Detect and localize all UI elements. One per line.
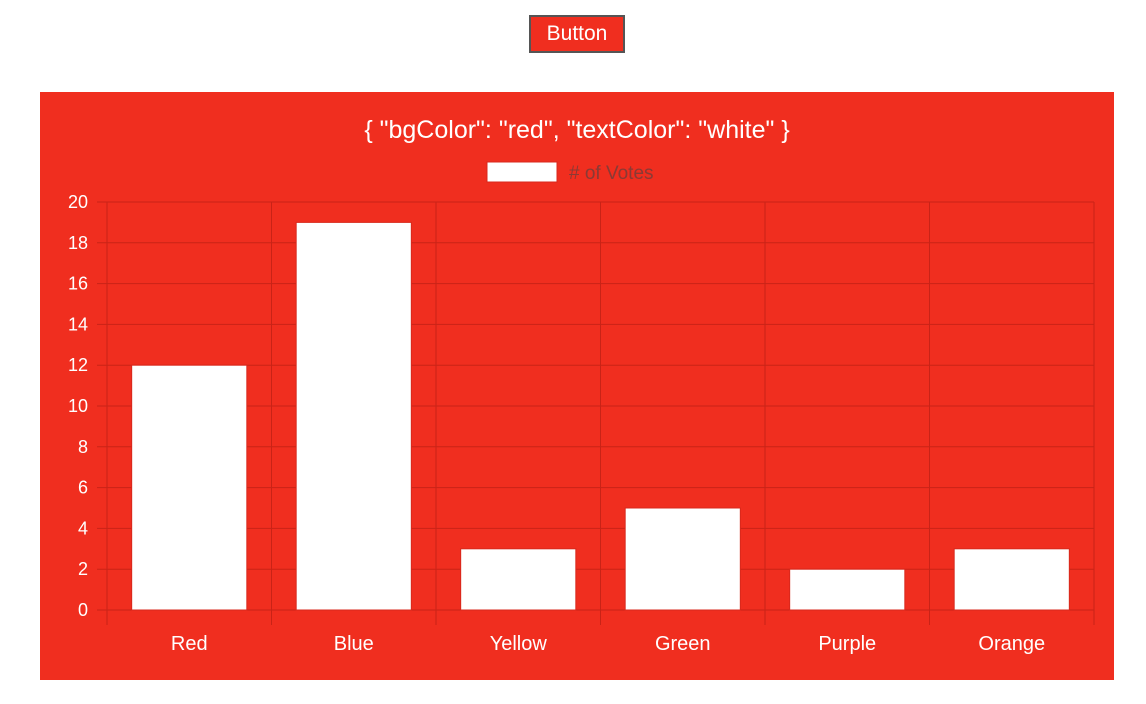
y-tick-label: 0: [78, 600, 88, 620]
y-axis-ticks: 0 2 4 6 8 10 12 14 16 18 20: [68, 192, 88, 620]
y-tick-label: 8: [78, 437, 88, 457]
bar-orange: [953, 548, 1070, 611]
x-tick-label: Purple: [818, 633, 876, 655]
legend-swatch: [486, 161, 558, 183]
bar-red: [131, 364, 248, 611]
legend-label: # of Votes: [569, 163, 654, 184]
y-tick-label: 2: [78, 559, 88, 579]
chart-panel: { "bgColor": "red", "textColor": "white"…: [40, 92, 1114, 680]
top-button[interactable]: Button: [529, 15, 625, 53]
x-tick-label: Orange: [978, 633, 1045, 655]
x-axis-ticks: Red Blue Yellow Green Purple Orange: [171, 633, 1045, 655]
y-tick-label: 6: [78, 478, 88, 498]
y-tick-label: 12: [68, 355, 88, 375]
y-tick-label: 16: [68, 274, 88, 294]
bar-green: [624, 507, 741, 611]
bar-chart: { "bgColor": "red", "textColor": "white"…: [68, 116, 1095, 655]
x-tick-label: Blue: [334, 633, 374, 655]
y-tick-label: 10: [68, 396, 88, 416]
x-tick-label: Red: [171, 633, 208, 655]
y-tick-label: 14: [68, 314, 88, 334]
bar-blue: [295, 221, 412, 611]
bar-purple: [789, 568, 906, 611]
x-tick-label: Yellow: [490, 633, 548, 655]
chart-title: { "bgColor": "red", "textColor": "white"…: [364, 116, 789, 144]
y-tick-label: 20: [68, 192, 88, 212]
y-tick-label: 18: [68, 233, 88, 253]
bar-yellow: [460, 548, 577, 611]
y-tick-label: 4: [78, 518, 88, 538]
x-tick-label: Green: [655, 633, 711, 655]
